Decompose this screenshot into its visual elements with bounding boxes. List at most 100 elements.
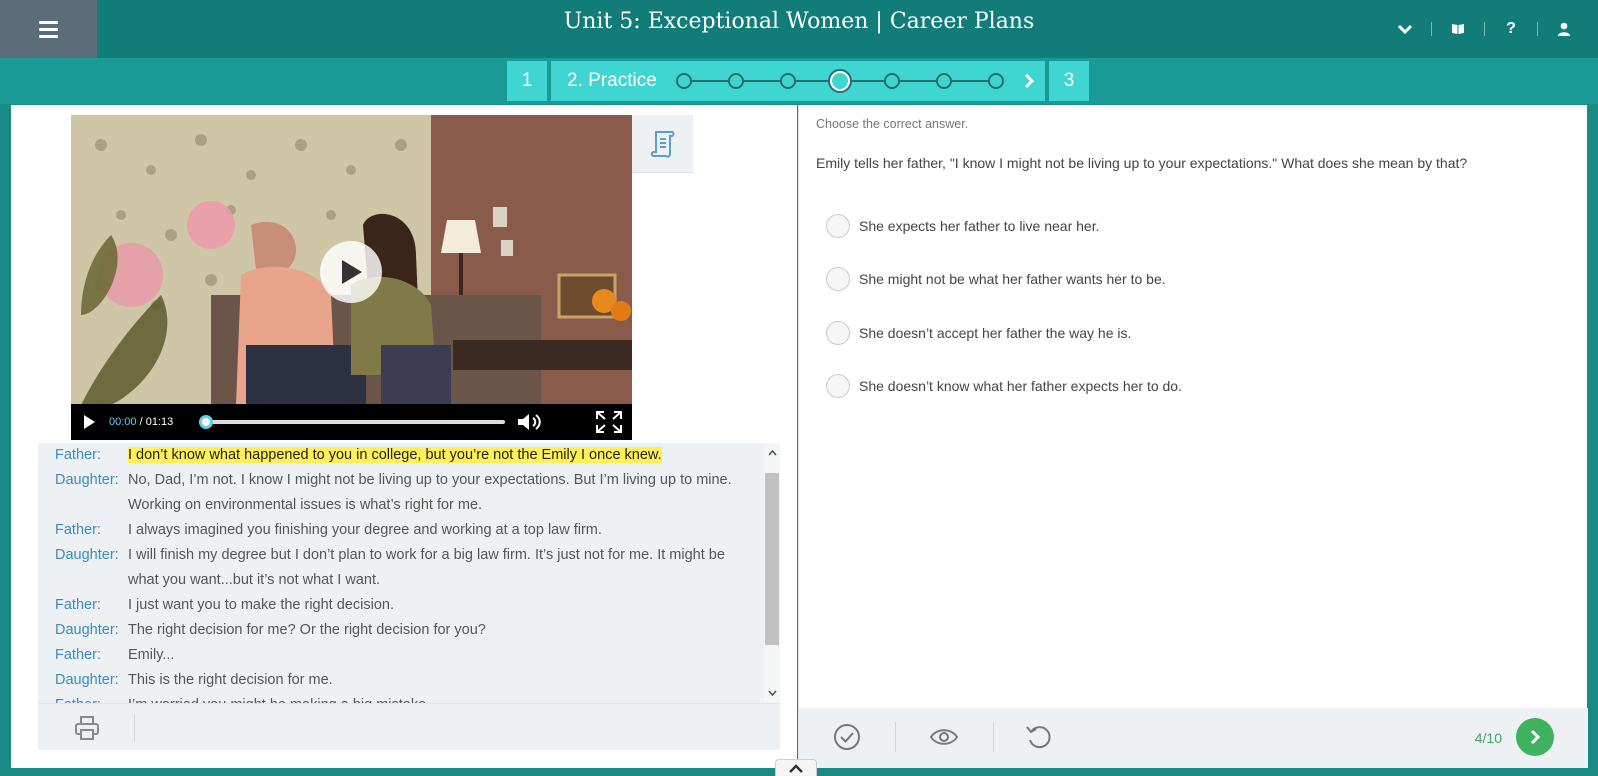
media-panel: 00:00 / 01:13 Father: I don’t know what h… — [11, 105, 797, 768]
transcript-toolbar — [38, 703, 780, 750]
radio-button[interactable] — [826, 267, 850, 292]
help-button[interactable]: ? — [1497, 17, 1525, 41]
step-dot-7[interactable] — [988, 73, 1004, 89]
check-icon — [834, 724, 860, 750]
book-icon — [1452, 24, 1464, 34]
chevron-up-icon — [789, 763, 803, 773]
transcript-line[interactable]: Father: I just want you to make the right… — [38, 593, 750, 618]
answer-option[interactable]: She expects her father to live near her. — [826, 199, 1182, 253]
transcript-text: I always imagined you finishing your deg… — [128, 518, 750, 543]
transcript-text-content: I will finish my degree but I don’t plan… — [128, 547, 725, 588]
header-divider — [1537, 22, 1538, 36]
step-dot-1[interactable] — [676, 73, 692, 89]
transcript-toggle-button[interactable] — [632, 115, 693, 173]
transcript-text-content: I just want you to make the right decisi… — [128, 597, 394, 613]
help-icon: ? — [1506, 20, 1516, 37]
chevron-down-icon — [1397, 24, 1413, 35]
transcript-text: No, Dad, I’m not. I know I might not be … — [128, 468, 750, 518]
chevron-up-icon — [767, 450, 777, 456]
transcript-line[interactable]: Daughter: No, Dad, I’m not. I know I migh… — [38, 468, 750, 518]
volume-button[interactable] — [517, 412, 545, 432]
transcript-speaker: Father: — [55, 647, 101, 663]
transcript-speaker: Daughter: — [55, 672, 119, 688]
step-3[interactable]: 3 — [1049, 61, 1089, 101]
answer-option[interactable]: She doesn’t know what her father expects… — [826, 360, 1182, 414]
transcript-line[interactable]: Father: I don’t know what happened to you… — [38, 443, 750, 468]
video-time: 00:00 / 01:13 — [109, 416, 173, 428]
answer-option-label: She expects her father to live near her. — [859, 217, 1100, 234]
instruction-text: Choose the correct answer. — [816, 117, 969, 131]
transcript-line[interactable]: Daughter: I will finish my degree but I d… — [38, 543, 750, 593]
seek-handle[interactable] — [199, 415, 214, 429]
transcript-text-content: I don’t know what happened to you in col… — [128, 447, 662, 463]
fullscreen-button[interactable] — [596, 411, 622, 433]
transcript-text-content: I always imagined you finishing your deg… — [128, 522, 602, 538]
collapse-panel-button[interactable] — [775, 759, 817, 776]
transcript-speaker: Daughter: — [55, 622, 119, 638]
video-current-time: 00:00 — [109, 416, 137, 428]
header-divider — [1484, 22, 1485, 36]
video-player[interactable]: 00:00 / 01:13 — [71, 115, 632, 440]
play-button[interactable] — [83, 414, 97, 430]
step-next-button[interactable] — [1019, 71, 1039, 91]
menu-button[interactable] — [0, 0, 97, 58]
step-dot-3[interactable] — [780, 73, 796, 89]
scroll-up-button[interactable] — [764, 446, 780, 460]
question-text: Emily tells her father, "I know I might … — [816, 155, 1468, 171]
play-overlay-button[interactable] — [320, 241, 382, 303]
step-1[interactable]: 1 — [507, 61, 547, 101]
header-actions: ? — [1391, 14, 1578, 44]
scroll-document-icon — [650, 130, 674, 158]
page-title: Unit 5: Exceptional Women | Career Plans — [563, 9, 1035, 34]
answer-options: She expects her father to live near her.… — [826, 199, 1182, 413]
transcript-line[interactable]: Father:I’m worried you might be making a… — [38, 693, 750, 703]
video-duration: / 01:13 — [139, 416, 174, 428]
transcript-text-content: This is the right decision for me. — [128, 672, 333, 688]
user-icon — [1558, 22, 1570, 36]
transcript-line[interactable]: Daughter: The right decision for me? Or t… — [38, 618, 750, 643]
next-question-button[interactable] — [1516, 718, 1554, 756]
scroll-thumb[interactable] — [765, 473, 779, 645]
radio-button[interactable] — [826, 320, 850, 345]
top-bar: Unit 5: Exceptional Women | Career Plans… — [0, 0, 1598, 58]
radio-button[interactable] — [826, 213, 850, 238]
step-dot-6[interactable] — [936, 73, 952, 89]
transcript-line[interactable]: Daughter: This is the right decision for … — [38, 668, 750, 693]
play-icon — [342, 260, 362, 284]
chevron-down-icon — [767, 690, 777, 696]
answer-option-label: She doesn’t know what her father expects… — [859, 378, 1182, 395]
undo-icon — [1026, 726, 1051, 749]
exercise-panel: Choose the correct answer. Emily tells h… — [798, 105, 1588, 768]
user-button[interactable] — [1550, 17, 1578, 41]
answer-option[interactable]: She doesn’t accept her father the way he… — [826, 306, 1182, 360]
transcript-scrollbar[interactable] — [764, 443, 780, 703]
seek-bar[interactable] — [199, 415, 506, 429]
chevron-down-button[interactable] — [1391, 17, 1419, 41]
transcript-lines: Father: I don’t know what happened to you… — [38, 443, 750, 703]
book-button[interactable] — [1444, 17, 1472, 41]
footer-divider — [895, 722, 896, 752]
transcript-line[interactable]: Father: I always imagined you finishing y… — [38, 518, 750, 543]
transcript-text: This is the right decision for me. — [128, 668, 750, 693]
scroll-down-button[interactable] — [764, 686, 780, 700]
transcript-speaker: Father: — [38, 693, 128, 703]
reset-button[interactable] — [1024, 722, 1054, 752]
answer-option[interactable]: She might not be what her father wants h… — [826, 253, 1182, 307]
show-answer-button[interactable] — [929, 722, 959, 752]
print-button[interactable] — [74, 715, 100, 741]
transcript-text: The right decision for me? Or the right … — [128, 618, 750, 643]
step-dots — [676, 61, 1006, 101]
transcript-text: I will finish my degree but I don’t plan… — [128, 543, 750, 593]
radio-button[interactable] — [826, 374, 850, 399]
transcript-speaker: Father: — [55, 597, 101, 613]
step-2-label: 2. Practice — [567, 70, 657, 91]
step-2-practice[interactable]: 2. Practice — [551, 61, 1045, 101]
check-answer-button[interactable] — [832, 722, 862, 752]
transcript-line[interactable]: Father: Emily... — [38, 643, 750, 668]
step-dot-4[interactable] — [830, 71, 850, 91]
transcript-speaker: Daughter: — [55, 472, 119, 488]
transcript-box[interactable]: Father: I don’t know what happened to you… — [38, 443, 780, 703]
step-dot-2[interactable] — [728, 73, 744, 89]
step-dot-5[interactable] — [884, 73, 900, 89]
video-controls: 00:00 / 01:13 — [71, 404, 632, 440]
